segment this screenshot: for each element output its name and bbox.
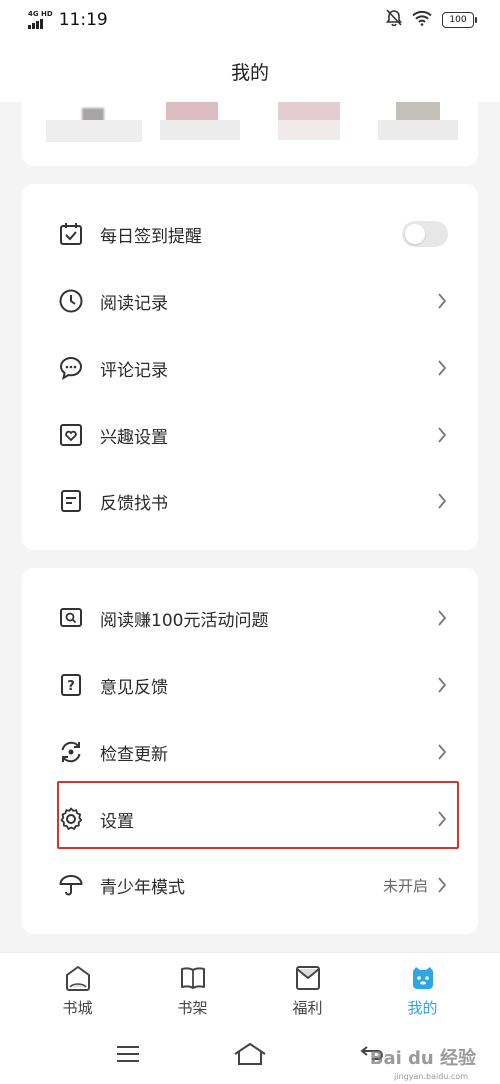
svg-text:?: ?: [67, 679, 75, 694]
feedback-find-book-row[interactable]: 反馈找书: [22, 468, 478, 534]
daily-checkin-toggle[interactable]: [402, 221, 448, 247]
chevron-right-icon: [436, 491, 448, 511]
blurred-item[interactable]: [46, 108, 142, 142]
question-box-icon: ?: [58, 672, 84, 698]
comment-history-row[interactable]: 评论记录: [22, 335, 478, 401]
bookstore-icon: [63, 963, 93, 993]
menu-card-secondary: 阅读赚100元活动问题 ? 意见反馈 检查更新 设置 青少年模式 未开启: [22, 568, 478, 934]
bottom-nav: 书城 书架 福利 我的: [0, 952, 500, 1028]
nav-item-mine[interactable]: 我的: [383, 963, 463, 1018]
nav-label: 书城: [62, 999, 93, 1017]
comment-icon: [58, 355, 84, 381]
blurred-item[interactable]: [160, 102, 240, 140]
nav-item-bookshelf[interactable]: 书架: [153, 963, 233, 1018]
nav-label: 福利: [292, 999, 323, 1017]
interest-settings-row[interactable]: 兴趣设置: [22, 402, 478, 468]
chevron-right-icon: [436, 358, 448, 378]
battery-level: 100: [449, 15, 467, 25]
wifi-icon: [412, 10, 432, 30]
clock: 11:19: [58, 10, 108, 30]
row-label: 评论记录: [100, 360, 168, 381]
row-label: 设置: [100, 811, 134, 832]
profile-mascot-icon: [408, 963, 438, 993]
search-screen-icon: [58, 605, 84, 631]
chevron-right-icon: [436, 875, 448, 895]
page-header: 我的: [0, 40, 500, 102]
reading-reward-faq-row[interactable]: 阅读赚100元活动问题: [22, 585, 478, 651]
nav-label: 我的: [407, 999, 438, 1017]
blurred-item[interactable]: [378, 102, 458, 140]
document-icon: [58, 488, 84, 514]
home-icon[interactable]: [232, 1042, 268, 1070]
status-bar: 4G HD 11:19 100: [0, 0, 500, 40]
settings-row[interactable]: 设置: [22, 786, 478, 852]
row-label: 阅读赚100元活动问题: [100, 610, 269, 631]
chevron-right-icon: [436, 809, 448, 829]
teen-mode-status: 未开启: [382, 876, 428, 895]
chevron-right-icon: [436, 608, 448, 628]
daily-checkin-reminder-row[interactable]: 每日签到提醒: [22, 201, 478, 267]
menu-icon[interactable]: [115, 1044, 141, 1068]
network-type: 4G HD: [28, 10, 53, 18]
recent-books-card: [22, 102, 478, 166]
gift-envelope-icon: [293, 963, 323, 993]
watermark-text: Bai du 经验: [369, 1048, 476, 1069]
row-label: 青少年模式: [100, 877, 185, 898]
row-label: 兴趣设置: [100, 427, 168, 448]
refresh-icon: [58, 739, 84, 765]
clock-icon: [58, 288, 84, 314]
calendar-check-icon: [58, 221, 84, 247]
heart-box-icon: [58, 422, 84, 448]
umbrella-icon: [58, 872, 84, 898]
row-label: 检查更新: [100, 744, 168, 765]
battery-icon: 100: [442, 12, 477, 28]
opinion-feedback-row[interactable]: ? 意见反馈: [22, 652, 478, 718]
check-update-row[interactable]: 检查更新: [22, 719, 478, 785]
baidu-watermark: Bai du 经验: [370, 1044, 476, 1070]
chevron-right-icon: [436, 425, 448, 445]
teen-mode-row[interactable]: 青少年模式 未开启: [22, 852, 478, 918]
chevron-right-icon: [436, 742, 448, 762]
mute-bell-icon: [385, 9, 403, 31]
row-label: 每日签到提醒: [100, 226, 202, 247]
chevron-right-icon: [436, 291, 448, 311]
row-label: 阅读记录: [100, 293, 168, 314]
menu-card-primary: 每日签到提醒 阅读记录 评论记录 兴趣设置 反馈找书: [22, 184, 478, 550]
watermark-url: jingyan.baidu.com: [394, 1072, 468, 1081]
chevron-right-icon: [436, 675, 448, 695]
nav-item-bookstore[interactable]: 书城: [38, 963, 118, 1018]
row-label: 意见反馈: [100, 677, 168, 698]
reading-history-row[interactable]: 阅读记录: [22, 268, 478, 334]
bookshelf-icon: [178, 963, 208, 993]
page-title: 我的: [230, 61, 269, 84]
nav-item-welfare[interactable]: 福利: [268, 963, 348, 1018]
signal-icon: 4G HD: [28, 11, 53, 29]
blurred-item[interactable]: [278, 102, 340, 140]
gear-icon: [58, 806, 84, 832]
nav-label: 书架: [177, 999, 208, 1017]
row-label: 反馈找书: [100, 493, 168, 514]
